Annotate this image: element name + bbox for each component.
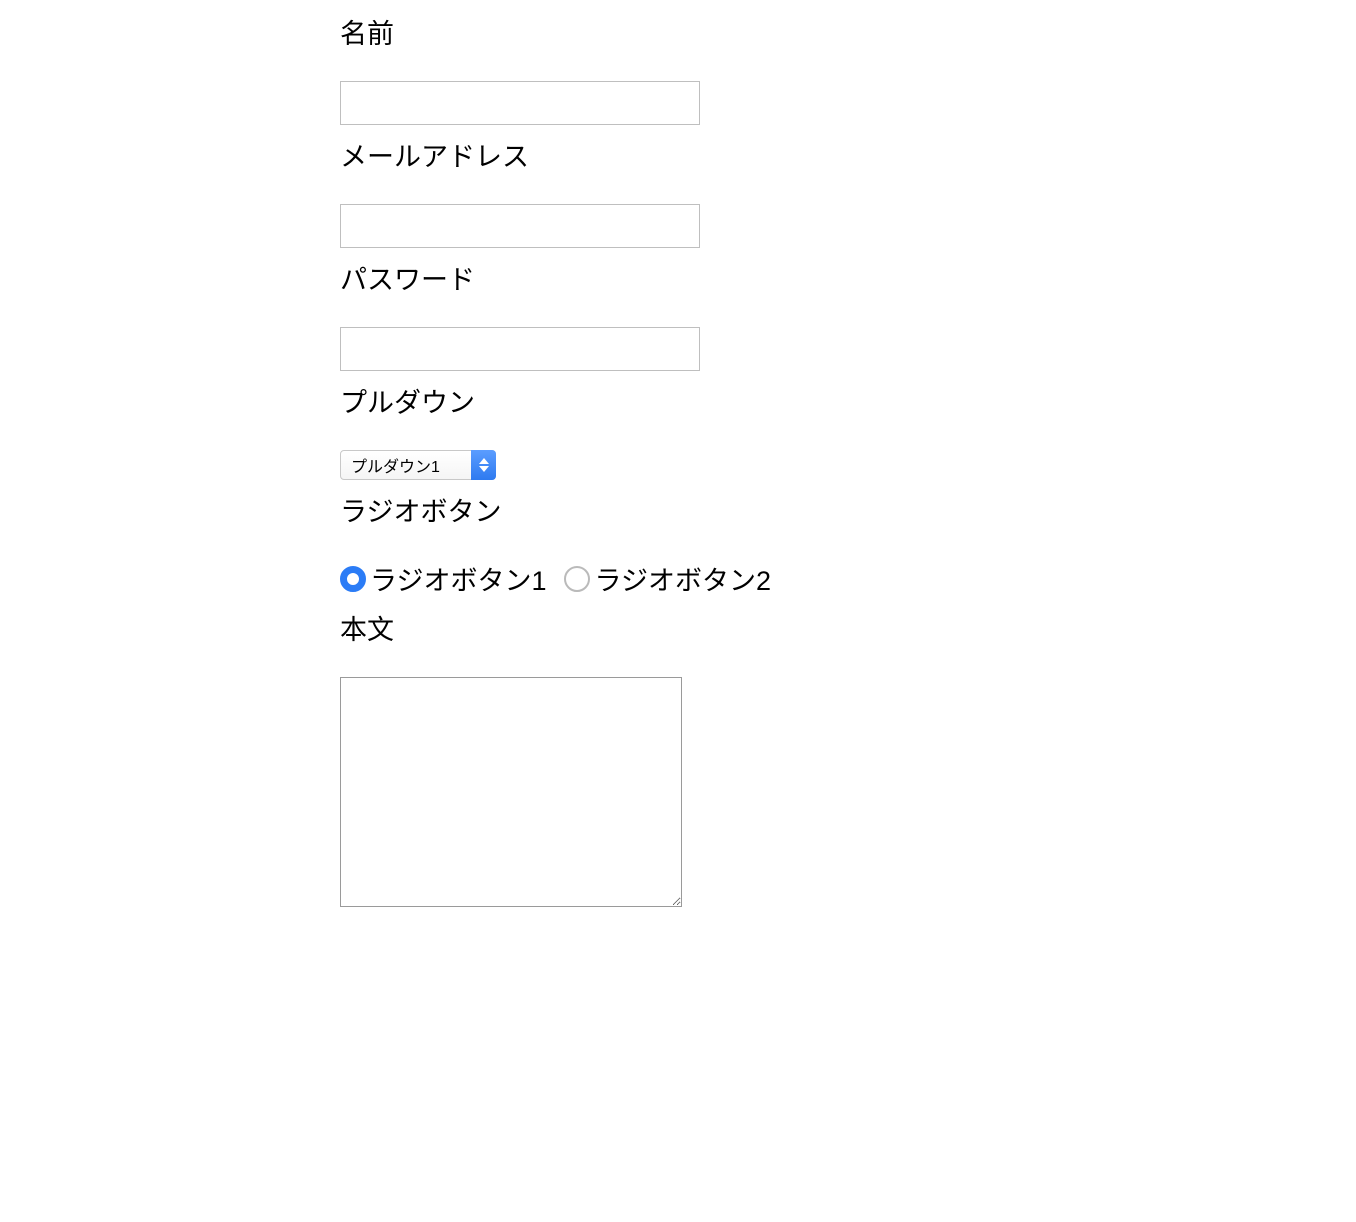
radio-icon-unchecked	[564, 566, 590, 592]
password-field-block: パスワード	[340, 258, 1356, 371]
radio-option-1[interactable]: ラジオボタン1	[340, 559, 546, 598]
form-container: 名前 メールアドレス パスワード プルダウン プルダウン1 ラジオボタン ラジオ…	[0, 0, 1356, 912]
radio-option-2[interactable]: ラジオボタン2	[564, 559, 770, 598]
pulldown-selected-value: プルダウン1	[351, 453, 440, 477]
name-label: 名前	[340, 12, 1356, 51]
pulldown-select[interactable]: プルダウン1	[340, 450, 496, 480]
password-label: パスワード	[340, 258, 1356, 297]
email-input[interactable]	[340, 204, 700, 248]
email-field-block: メールアドレス	[340, 135, 1356, 248]
radio-option-2-label: ラジオボタン2	[594, 559, 770, 598]
radio-group: ラジオボタン1 ラジオボタン2	[340, 559, 1356, 598]
email-label: メールアドレス	[340, 135, 1356, 174]
radio-field-block: ラジオボタン ラジオボタン1 ラジオボタン2	[340, 490, 1356, 598]
name-input[interactable]	[340, 81, 700, 125]
pulldown-field-block: プルダウン プルダウン1	[340, 381, 1356, 480]
password-input[interactable]	[340, 327, 700, 371]
body-textarea[interactable]	[340, 677, 682, 907]
radio-icon-checked	[340, 566, 366, 592]
radio-label: ラジオボタン	[340, 490, 1356, 529]
body-label: 本文	[340, 608, 1356, 647]
pulldown-select-wrapper[interactable]: プルダウン1	[340, 450, 496, 480]
radio-option-1-label: ラジオボタン1	[370, 559, 546, 598]
pulldown-label: プルダウン	[340, 381, 1356, 420]
body-field-block: 本文	[340, 608, 1356, 912]
name-field-block: 名前	[340, 12, 1356, 125]
